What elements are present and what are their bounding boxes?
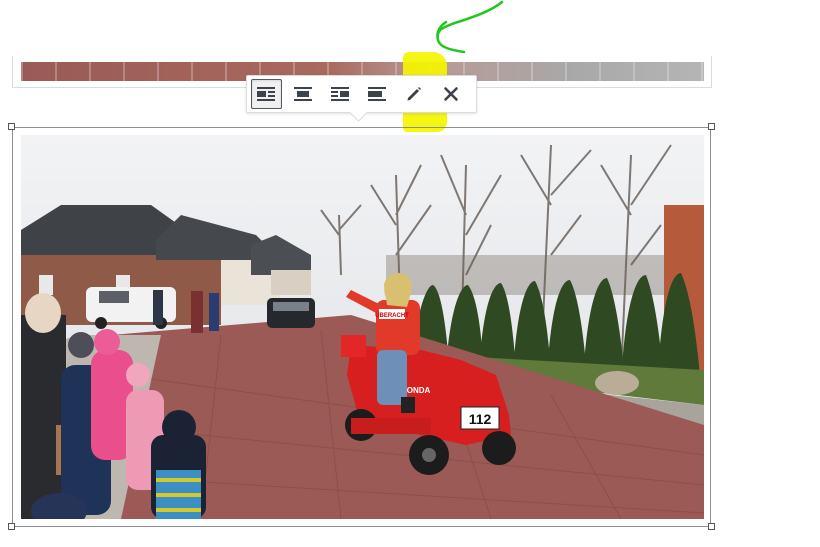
align-left-icon [257, 87, 276, 101]
plate-number: 112 [469, 411, 492, 427]
driver-sign-text: ÜBERACHT [375, 312, 409, 319]
resize-handle-bottom-left[interactable] [8, 523, 15, 530]
selected-image[interactable]: 112 HONDA ÜBERACHT [21, 135, 704, 519]
green-arrow-scribble [436, 0, 504, 54]
align-none-icon [367, 87, 386, 101]
pencil-icon [407, 87, 421, 101]
image-toolbar [246, 75, 477, 113]
resize-handle-top-right[interactable] [708, 123, 715, 130]
align-right-icon [331, 87, 350, 101]
remove-button[interactable] [435, 79, 466, 109]
edit-button[interactable] [398, 79, 429, 109]
align-none-button[interactable] [361, 79, 392, 109]
align-right-button[interactable] [325, 79, 356, 109]
align-center-button[interactable] [288, 79, 319, 109]
resize-handle-bottom-right[interactable] [708, 523, 715, 530]
resize-handle-top-left[interactable] [8, 123, 15, 130]
align-left-button[interactable] [251, 79, 282, 109]
align-center-icon [294, 87, 313, 101]
close-icon [443, 87, 458, 101]
